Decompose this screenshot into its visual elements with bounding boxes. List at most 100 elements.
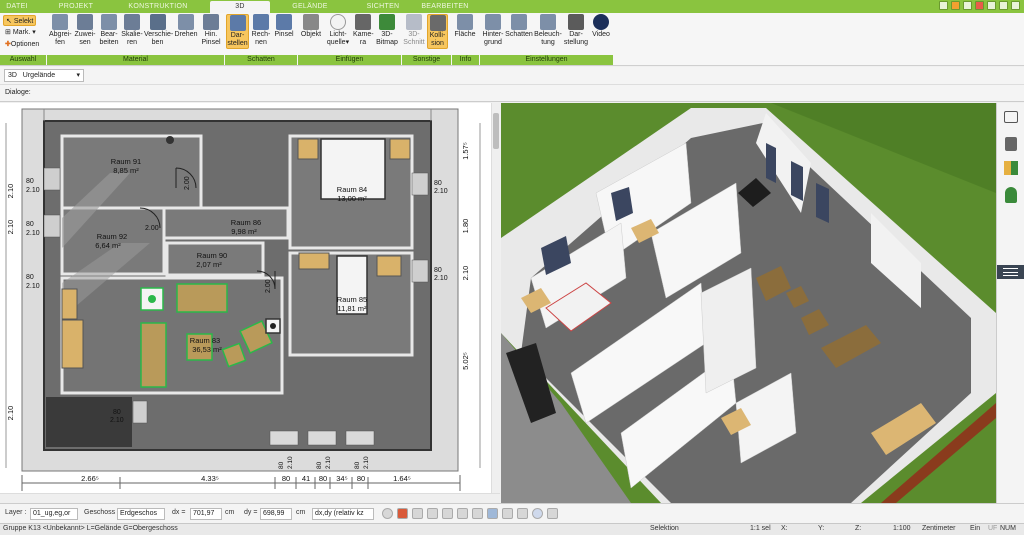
tab-datei[interactable]: DATEI [4,1,30,13]
lichtquelle-button[interactable]: Licht-quelle▾ [324,14,352,47]
rechnen-button[interactable]: Rech-nen [251,14,271,47]
sofa[interactable] [140,322,167,388]
dx-unit: cm [225,509,235,516]
tab-projekt[interactable]: PROJEKT [56,1,96,13]
status-mode: Selektion [650,525,679,532]
bearbeiten-button[interactable]: Bear-beiten [97,14,121,47]
print-icon[interactable] [963,1,972,10]
schatten-pinsel-button[interactable]: Pinsel [273,14,295,39]
kollision-button[interactable]: Kolli-sion [427,14,448,49]
help-icon[interactable] [975,1,984,10]
chair-icon[interactable] [1005,137,1017,151]
video-button[interactable]: Video [590,14,612,39]
mirror-icon[interactable] [472,508,483,519]
tab-sichten[interactable]: SICHTEN [363,1,403,13]
floor-plan-canvas[interactable]: Raum 91 8,85 m² Raum 92 6,64 m² Raum 86 … [0,103,492,493]
view-mode-select[interactable]: 3D Urgelände ▾ [4,69,84,82]
group-schatten: Schatten [225,55,297,65]
layer-icon[interactable] [502,508,513,519]
tree-icon[interactable] [1005,187,1017,203]
3d-bitmap-button[interactable]: 3D- Bitmap [375,14,399,47]
status-uf: UF [988,525,998,532]
zuweisen-button[interactable]: Zuwei-sen [74,14,96,47]
view-selection-value: Urgelände [22,72,56,79]
plan-vertical-scrollbar[interactable] [491,103,500,493]
plan-horizontal-scrollbar[interactable] [0,493,500,503]
rotate-icon [178,14,194,30]
nightstand[interactable] [376,255,402,277]
geschoss-select[interactable]: Erdgeschos [117,508,165,520]
layers-icon[interactable] [1004,111,1018,123]
toilet[interactable] [166,136,174,144]
group-sonstige: Sonstige [402,55,451,65]
background-icon [485,14,501,30]
room-area: 11,81 m² [337,304,367,313]
edit-material-icon [101,14,117,30]
window [766,143,776,183]
abgreifen-button[interactable]: Abgrei-fen [49,14,72,47]
3d-schnitt-button[interactable]: 3D- Schnitt [403,14,425,47]
rotate-icon[interactable] [457,508,468,519]
hintergrund-button[interactable]: Hinter-grund [480,14,506,47]
north-icon[interactable] [532,508,543,519]
arrange-icon[interactable] [547,508,558,519]
tab-bearbeiten[interactable]: BEARBEITEN [420,1,470,13]
desk[interactable] [298,252,330,270]
floor-plan-view[interactable]: Raum 91 8,85 m² Raum 92 6,64 m² Raum 86 … [0,103,492,493]
beleuchtung-button[interactable]: Beleuch-tung [534,14,562,47]
mark-label: Mark. [12,29,31,36]
group-info: Info [452,55,479,65]
measure-icon[interactable] [442,508,453,519]
3d-view[interactable] [501,103,996,503]
nightstand[interactable] [297,138,319,160]
geschoss-label: Geschoss : [84,509,120,516]
scrollbar-thumb[interactable] [493,113,499,149]
dialog-bar: Dialoge: [0,85,1024,102]
copy-icon[interactable] [412,508,423,519]
window-height-label: 2.10 [26,187,40,194]
optionen-button[interactable]: ✚Optionen [3,39,41,50]
snap-icon[interactable] [382,508,393,519]
grid-icon[interactable] [517,508,528,519]
layer-select[interactable]: 01_ug,eg,or [30,508,78,520]
3d-canvas[interactable] [501,103,996,503]
sofa[interactable] [176,283,228,313]
selekt-button[interactable]: ↖ Selekt [3,15,37,26]
window-height-label: 2.10 [325,456,332,469]
window-height-label: 2.10 [110,417,124,424]
darstellung-button[interactable]: Dar-stellung [562,14,590,47]
dx-input[interactable]: 701,97 [190,508,222,520]
status-z: Z: [855,525,862,532]
panel-toggle[interactable] [997,265,1024,279]
dy-input[interactable]: 698,99 [260,508,292,520]
paste-icon[interactable] [427,508,438,519]
minimize-icon[interactable] [987,1,996,10]
window-height-label: 2.10 [434,188,448,195]
coordinate-mode-select[interactable]: dx,dy (relativ kz [312,508,374,520]
material-icon[interactable] [1004,161,1018,175]
kitchen-counter[interactable] [61,319,84,369]
tab-gelaende[interactable]: GELÄNDE [290,1,330,13]
tab-3d[interactable]: 3D [210,1,270,13]
room-label: Raum 85 [337,295,367,304]
window-width-label: 80 [26,221,34,228]
kamera-button[interactable]: Kame-ra [353,14,374,47]
flaeche-button[interactable]: Fläche [453,14,477,39]
undo-icon[interactable] [939,1,948,10]
record-icon[interactable] [397,508,408,519]
hin-pinsel-button[interactable]: Hin. Pinsel [200,14,222,47]
skalieren-button[interactable]: Skalie-ren [121,14,143,47]
verschieben-button[interactable]: Verschie-ben [144,14,173,47]
nightstand[interactable] [389,138,411,160]
save-icon[interactable] [951,1,960,10]
tab-konstruktion[interactable]: KONSTRUKTION [128,1,188,13]
drehen-button[interactable]: Drehen [173,14,199,39]
shelf[interactable] [61,288,78,320]
view-icon[interactable] [487,508,498,519]
einst-schatten-button[interactable]: Schatten [505,14,533,39]
maximize-icon[interactable] [999,1,1008,10]
close-icon[interactable] [1011,1,1020,10]
mark-button[interactable]: ⊞ Mark. ▾ [3,27,38,38]
darstellen-button[interactable]: Dar-stellen [226,14,249,49]
objekt-button[interactable]: Objekt [299,14,323,39]
